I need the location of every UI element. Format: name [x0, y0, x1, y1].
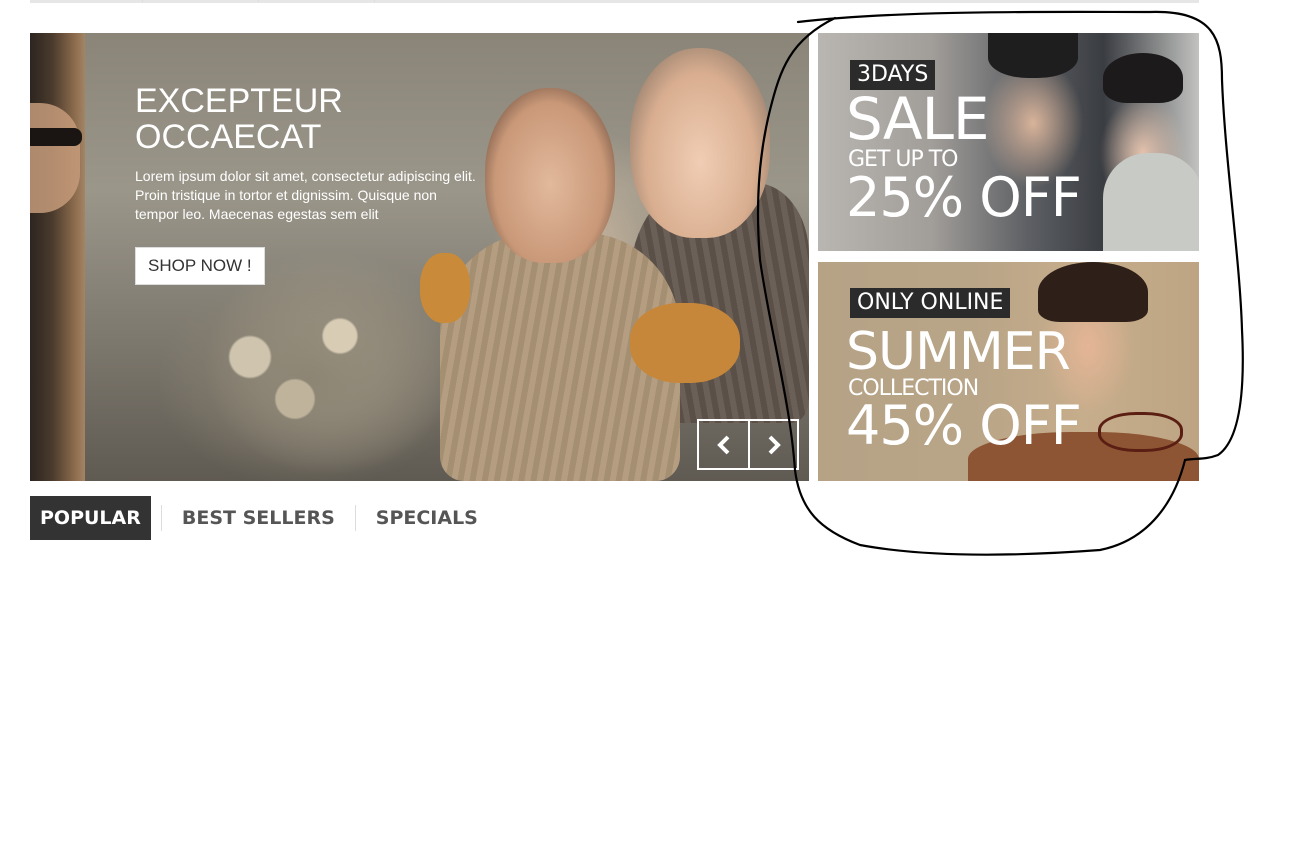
sunglasses-image [1098, 412, 1183, 452]
previous-slide-peek [30, 33, 85, 481]
product-tabs: POPULAR BEST SELLERS SPECIALS [30, 496, 488, 540]
model-image [988, 33, 1078, 78]
nav-separator [142, 0, 143, 2]
banner-headline: SUMMER [846, 322, 1071, 382]
slide-background-image [630, 303, 740, 383]
model-image [1103, 153, 1199, 251]
tab-best-sellers[interactable]: BEST SELLERS [172, 496, 345, 540]
banner-offer: 25% OFF [846, 166, 1082, 229]
slide-title: EXCEPTEUR OCCAECAT [135, 83, 475, 155]
nav-separator [258, 0, 259, 2]
slide-title-line: OCCAECAT [135, 118, 322, 156]
slide-title-line: EXCEPTEUR [135, 82, 343, 120]
tab-specials[interactable]: SPECIALS [366, 496, 488, 540]
tab-popular[interactable]: POPULAR [30, 496, 151, 540]
slider-arrows [697, 419, 799, 470]
banner-headline: SALE [846, 85, 990, 153]
model-image [485, 88, 615, 263]
slide-description: Lorem ipsum dolor sit amet, consectetur … [135, 168, 476, 222]
promo-banner-summer[interactable]: ONLY ONLINE SUMMER COLLECTION 45% OFF [818, 262, 1199, 481]
slide-background-image [160, 273, 460, 481]
top-nav-border [30, 0, 1199, 3]
hero-slider[interactable]: EXCEPTEUR OCCAECAT Lorem ipsum dolor sit… [30, 33, 809, 481]
slide-background-image [420, 253, 470, 323]
slider-prev-button[interactable] [699, 421, 748, 468]
chevron-left-icon [716, 435, 729, 454]
slider-next-button[interactable] [748, 421, 797, 468]
model-image [630, 48, 770, 238]
tab-divider [160, 505, 162, 531]
model-image [1038, 262, 1148, 322]
nav-separator [374, 0, 375, 2]
model-image [30, 128, 82, 146]
banner-offer: 45% OFF [846, 394, 1082, 457]
banner-tag: ONLY ONLINE [850, 288, 1011, 318]
shop-now-button[interactable]: SHOP NOW ! [135, 247, 265, 285]
promo-banner-sale[interactable]: 3DAYS SALE GET UP TO 25% OFF [818, 33, 1199, 251]
model-image [1103, 53, 1183, 103]
tab-divider [354, 505, 356, 531]
chevron-right-icon [768, 435, 781, 454]
